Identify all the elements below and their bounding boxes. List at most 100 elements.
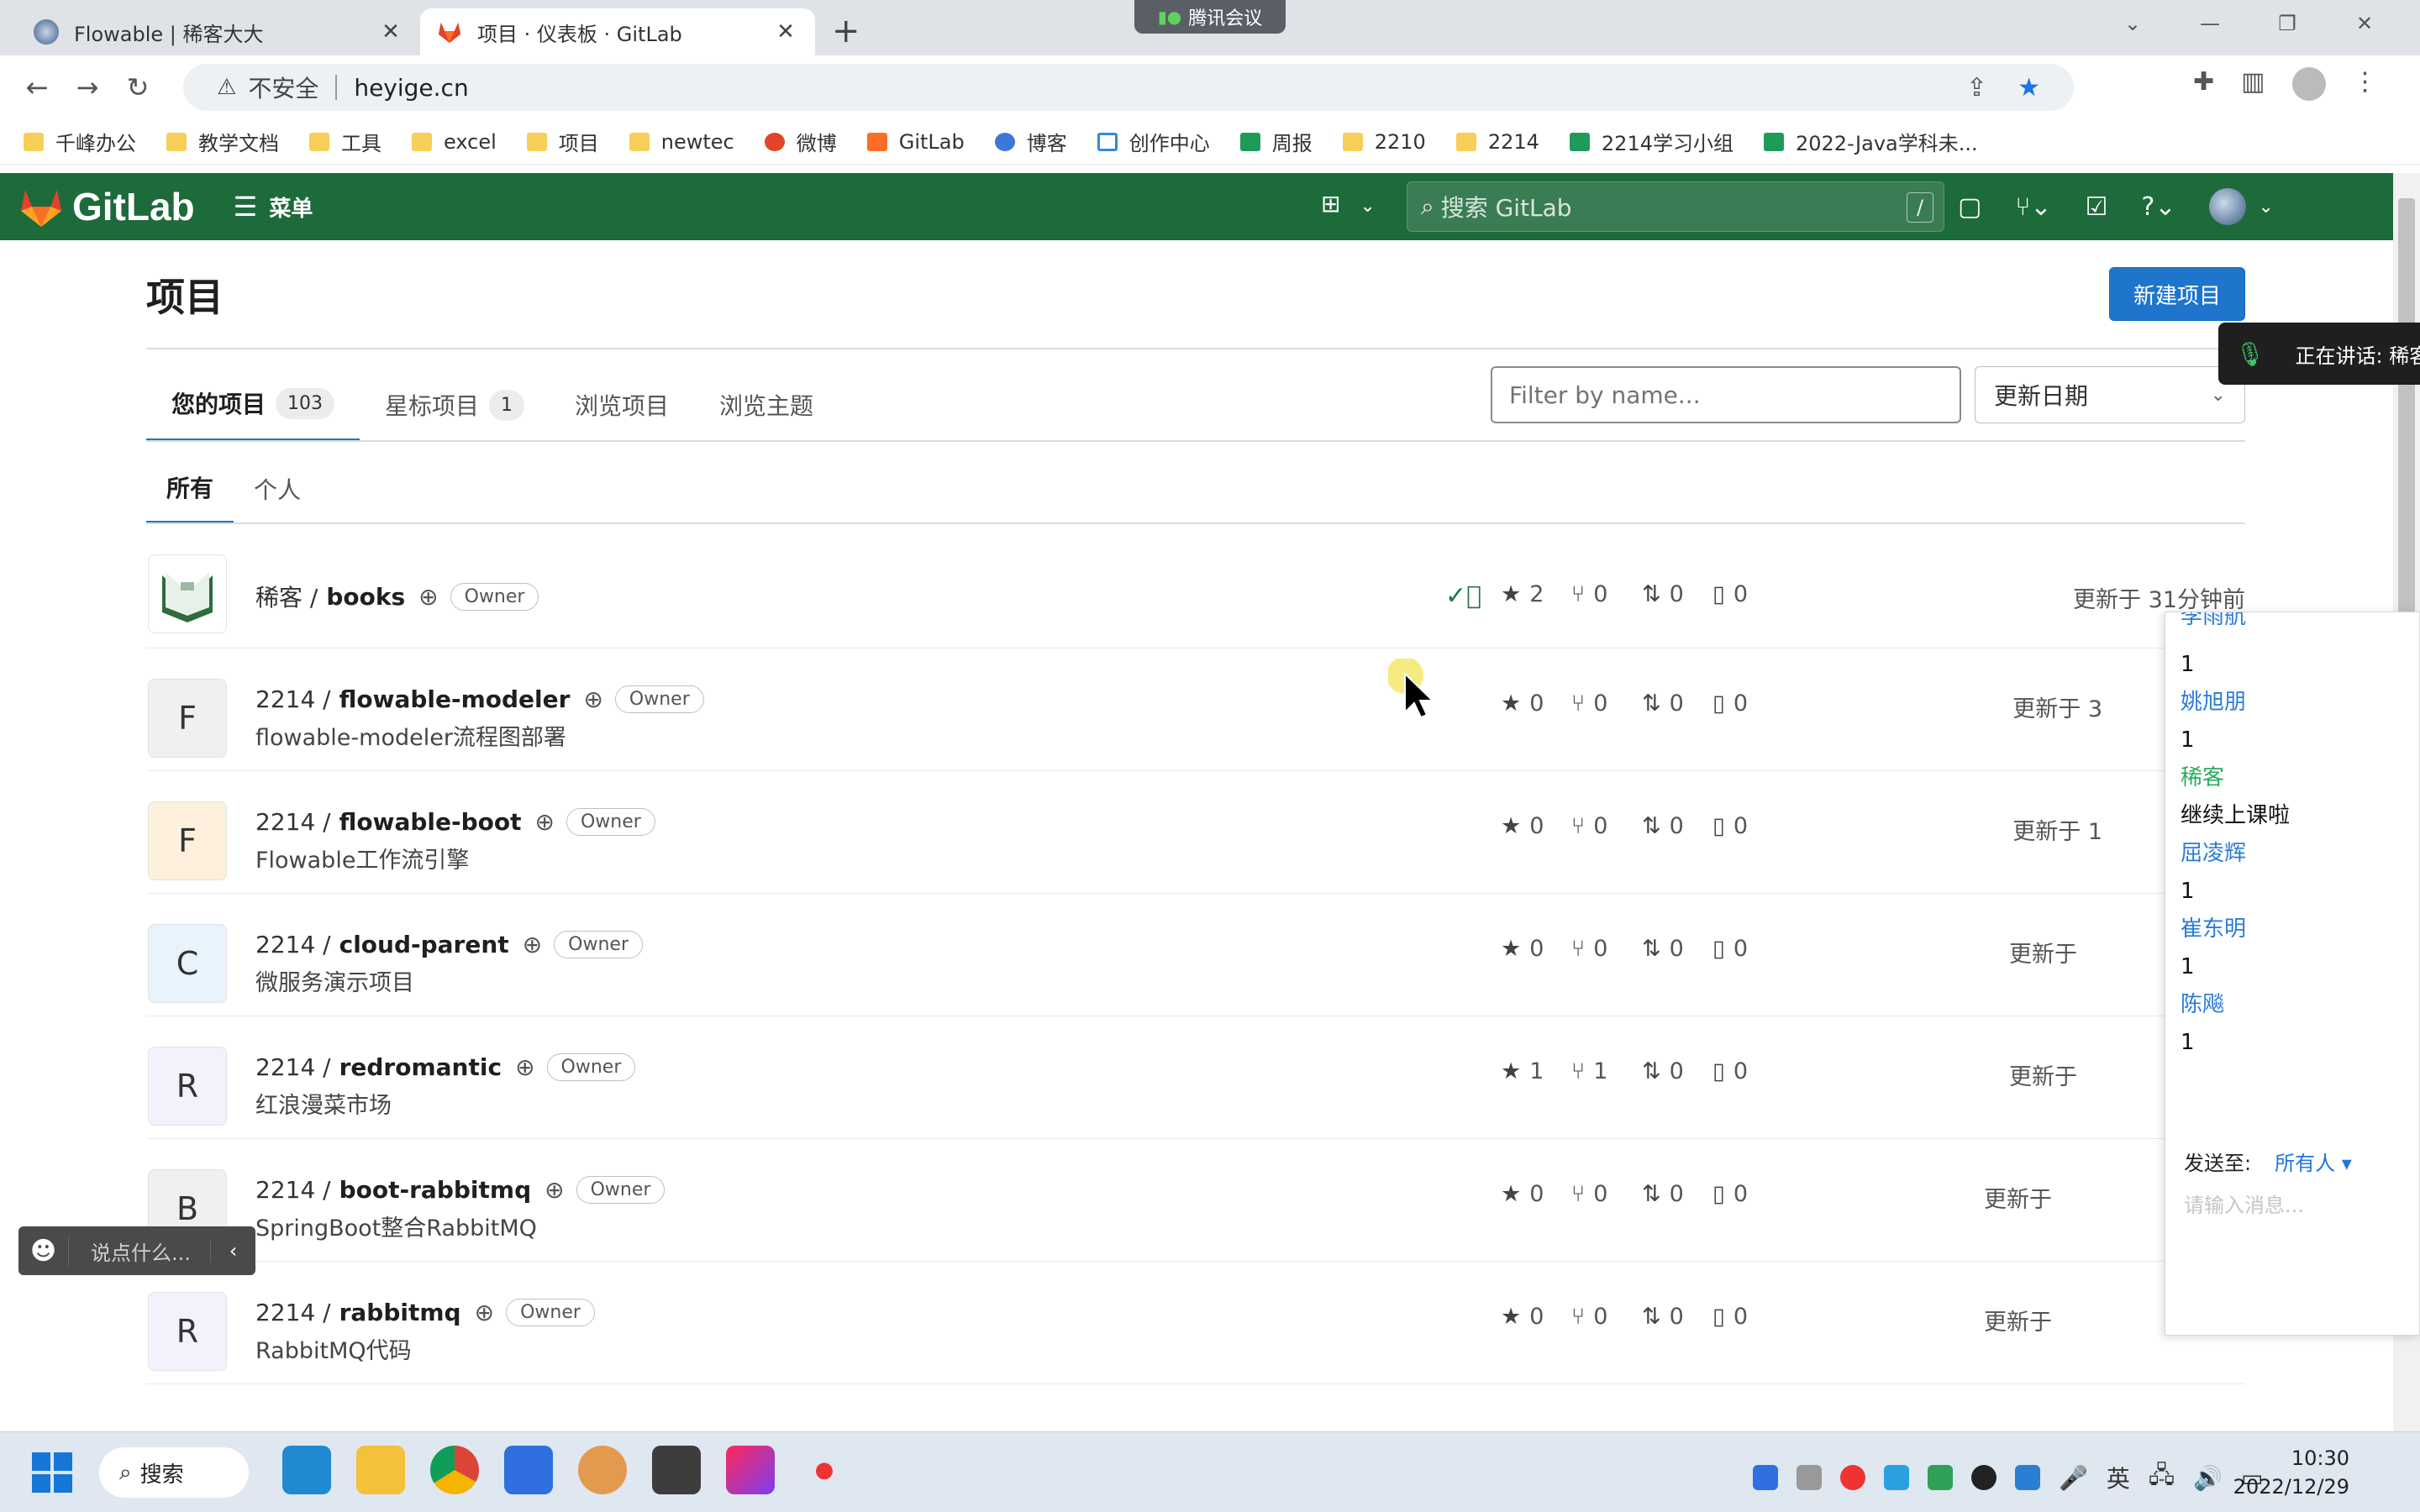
bookmark-item[interactable]: 周报 [1239,127,1313,156]
stars-count[interactable]: ★ 0 [1501,690,1571,717]
network-icon[interactable]: 🖧 [2149,1457,2175,1498]
minimize-button[interactable]: — [2171,5,2249,42]
close-icon[interactable]: ✕ [378,19,403,45]
bookmark-item[interactable]: newtec [629,130,734,154]
danmaku-input-bar[interactable]: ☻ 说点什么... ‹ [18,1226,255,1275]
bookmark-item[interactable]: 千峰办公 [24,127,136,156]
bookmark-item[interactable]: 博客 [994,127,1067,156]
bookmark-item[interactable]: 2210 [1342,130,1426,154]
bookmark-item[interactable]: 教学文档 [166,127,279,156]
project-avatar[interactable]: R [148,1047,227,1126]
vscode-icon[interactable] [282,1446,331,1494]
merge-requests-count[interactable]: ⇅ 0 [1642,690,1712,717]
volume-icon[interactable]: 🔊 [2193,1464,2223,1492]
bookmark-item[interactable]: 工具 [309,127,381,156]
forks-count[interactable]: ⑂ 0 [1571,813,1642,839]
issues-count[interactable]: ▯ 0 [1712,581,1783,607]
bookmark-item[interactable]: 2214学习小组 [1569,127,1733,156]
share-icon[interactable]: ⇪ [1966,73,1987,102]
issues-count[interactable]: ▯ 0 [1712,1304,1783,1330]
ime-indicator[interactable]: 英 [2107,1461,2130,1494]
omnibox[interactable]: ⚠ 不安全 heyige.cn ⇪ ★ [183,64,2074,111]
tab-your-projects[interactable]: 您的项目 103 [146,368,360,442]
project-name-link[interactable]: 2214 / cloud-parent ⊕ Owner [255,931,643,958]
todo-icon[interactable]: ☑ [2086,192,2108,222]
extensions-icon[interactable]: ✚ [2193,67,2214,101]
stars-count[interactable]: ★ 2 [1501,581,1571,607]
issues-count[interactable]: ▯ 0 [1712,813,1783,839]
record-tray-icon[interactable] [1840,1465,1865,1490]
sort-dropdown[interactable]: 更新日期 ⌄ [1975,366,2245,423]
new-tab-button[interactable]: + [832,12,860,50]
merge-requests-count[interactable]: ⇅ 0 [1642,1181,1712,1207]
stars-count[interactable]: ★ 0 [1501,813,1571,839]
filter-by-name-input[interactable]: Filter by name... [1491,366,1961,423]
shield-icon[interactable] [2015,1465,2040,1490]
create-new-dropdown[interactable]: ⊞ ⌄ [1321,190,1376,218]
restore-button[interactable]: ❐ [2249,5,2326,42]
chevron-left-icon[interactable]: ‹ [210,1239,255,1263]
stars-count[interactable]: ★ 0 [1501,1181,1571,1207]
chevron-down-icon[interactable]: ⌄ [2258,197,2273,218]
grid-tray-icon[interactable] [1928,1465,1953,1490]
forks-count[interactable]: ⑂ 0 [1571,581,1642,607]
merge-requests-count[interactable]: ⇅ 0 [1642,581,1712,607]
meeting-indicator[interactable]: ▮● 腾讯会议 [1134,0,1286,34]
side-panel-icon[interactable]: ▥ [2241,67,2265,101]
project-avatar[interactable]: R [148,1292,227,1371]
taskbar-clock[interactable]: 10:30 2022/12/29 [2233,1444,2349,1501]
emoji-icon[interactable]: ☻ [18,1236,69,1266]
issues-count[interactable]: ▯ 0 [1712,1058,1783,1084]
project-name-link[interactable]: 2214 / rabbitmq ⊕ Owner [255,1299,595,1326]
gitlab-home-link[interactable]: GitLab [18,184,195,229]
forks-count[interactable]: ⑂ 0 [1571,690,1642,717]
usb-icon[interactable] [1797,1465,1822,1490]
close-icon[interactable]: ✕ [773,19,798,45]
subtab-personal[interactable]: 个人 [234,454,321,524]
windows-start-icon[interactable] [32,1452,72,1493]
tab-explore-projects[interactable]: 浏览项目 [550,368,694,442]
help-icon[interactable]: ?⌄ [2141,192,2175,222]
stars-count[interactable]: ★ 0 [1501,936,1571,962]
project-avatar[interactable]: F [148,679,227,758]
chrome-icon[interactable] [430,1446,479,1494]
merge-requests-count[interactable]: ⇅ 0 [1642,1304,1712,1330]
bookmark-star-icon[interactable]: ★ [2018,73,2040,102]
issues-count[interactable]: ▯ 0 [1712,1181,1783,1207]
image-tray-icon[interactable] [1884,1465,1909,1490]
menu-button[interactable]: ☰ 菜单 [234,191,313,223]
merge-requests-count[interactable]: ⇅ 0 [1642,936,1712,962]
browser-tab-gitlab[interactable]: 项目 · 仪表板 · GitLab ✕ [420,8,815,55]
chat-input[interactable]: 请输入消息... [2184,1189,2304,1218]
bookmark-item[interactable]: 2214 [1455,130,1539,154]
bookmark-item[interactable]: 微博 [764,127,837,156]
microphone-icon[interactable]: 🎤 [2059,1464,2088,1492]
intellij-icon[interactable] [726,1446,775,1494]
recorder-icon[interactable]: ● [800,1446,849,1494]
qq-icon[interactable] [1971,1465,1996,1490]
issues-icon[interactable]: ▢ [1958,192,1981,222]
tab-starred-projects[interactable]: 星标项目 1 [360,368,550,442]
more-icon[interactable]: ⋮ [2353,67,2378,101]
new-project-button[interactable]: 新建项目 [2109,267,2245,321]
bookmark-item[interactable]: 创作中心 [1097,127,1210,156]
issues-count[interactable]: ▯ 0 [1712,936,1783,962]
forks-count[interactable]: ⑂ 0 [1571,1304,1642,1330]
meeting-app-icon[interactable] [504,1446,553,1494]
briefcase-icon[interactable] [578,1446,627,1494]
project-name-link[interactable]: 稀客 / books ⊕ Owner [255,580,539,613]
forks-count[interactable]: ⑂ 0 [1571,936,1642,962]
profile-icon[interactable] [2291,67,2326,101]
merge-requests-icon[interactable]: ⑂⌄ [2015,192,2051,222]
chevron-down-icon[interactable]: ⌄ [2094,5,2171,42]
bookmark-item[interactable]: GitLab [866,130,965,154]
subtab-all[interactable]: 所有 [146,454,234,524]
stars-count[interactable]: ★ 1 [1501,1058,1571,1084]
forks-count[interactable]: ⑂ 0 [1571,1181,1642,1207]
bookmark-item[interactable]: 2022-Java学科未... [1763,127,1978,156]
project-name-link[interactable]: 2214 / flowable-modeler ⊕ Owner [255,685,704,713]
project-name-link[interactable]: 2214 / boot-rabbitmq ⊕ Owner [255,1176,666,1204]
send-to-dropdown[interactable]: 所有人 ▾ [2275,1152,2352,1175]
project-avatar[interactable] [148,554,227,633]
forward-icon[interactable]: → [62,71,113,103]
